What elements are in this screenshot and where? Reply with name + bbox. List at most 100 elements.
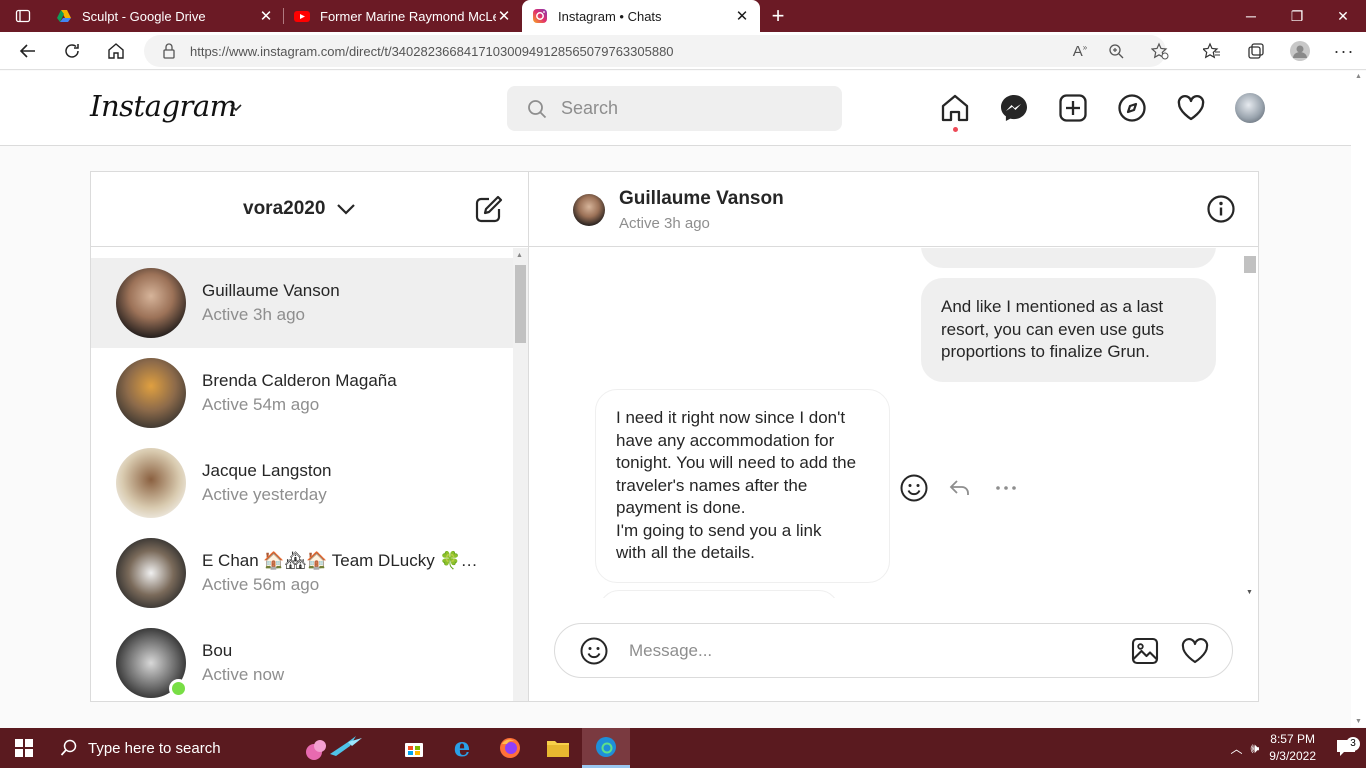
taskbar-firefox-icon[interactable] [486,728,534,768]
conversation-item[interactable]: E Chan 🏠🏘🏠 Team DLucky 🍀… Active 56m ago [91,528,513,618]
taskbar-store-icon[interactable] [390,728,438,768]
conversation-status: Active yesterday [202,485,327,504]
new-tab-button[interactable]: + [760,0,796,32]
conversation-info-button[interactable] [1206,194,1236,229]
start-button[interactable] [0,728,48,768]
taskbar-edge-icon[interactable] [582,728,630,768]
inbox-scrollbar[interactable]: ▲ [513,248,528,701]
message-input[interactable] [629,640,1109,661]
thread-scrollbar[interactable]: ▼ [1243,248,1258,598]
avatar [116,628,188,698]
system-tray: ︿ 🕪 8:57 PM 9/3/2022 3 [1230,728,1366,768]
nav-new-post[interactable] [1058,93,1088,123]
message-bubble-partial[interactable] [921,248,1216,268]
conversation-item[interactable]: Guillaume Vanson Active 3h ago [91,258,513,348]
browser-tab-drive[interactable]: Sculpt - Google Drive ✕ [46,0,284,32]
search-input[interactable] [561,98,811,119]
scrollbar-thumb[interactable] [1244,256,1256,273]
scroll-down-arrow-icon[interactable]: ▼ [1246,589,1253,596]
close-window-button[interactable]: ✕ [1320,0,1366,32]
zoom-icon[interactable] [1094,43,1138,59]
message-line: proportions to finalize Grun. [941,342,1150,361]
more-options-icon[interactable] [991,473,1021,503]
collections-icon[interactable] [1234,42,1278,60]
instagram-logo[interactable]: Instagram [90,89,237,123]
close-icon[interactable]: ✕ [496,7,512,25]
react-emoji-icon[interactable] [899,473,929,503]
scroll-up-arrow-icon[interactable]: ▲ [516,252,523,259]
tab-title: Instagram • Chats [558,8,662,24]
chat-column: Guillaume Vanson Active 3h ago And like … [529,172,1258,701]
nav-activity[interactable] [1176,93,1206,123]
reply-icon[interactable] [947,475,973,501]
account-switcher[interactable]: vora2020 [243,198,357,220]
inbox-column: vora2020 Guillaume Vanson Active 3h ago … [91,172,529,701]
minimize-button[interactable]: ─ [1228,0,1274,32]
favorites-icon[interactable] [1190,42,1234,60]
account-name: vora2020 [243,198,326,219]
chevron-down-icon [337,204,356,215]
new-message-button[interactable] [474,194,504,229]
nav-messenger[interactable] [999,93,1029,123]
avatar [1235,93,1265,123]
tab-actions-icon[interactable] [0,0,46,32]
profile-icon[interactable] [1278,40,1322,62]
heart-icon[interactable] [1180,636,1210,666]
add-favorite-icon[interactable] [1138,42,1182,60]
nav-explore[interactable] [1117,93,1147,123]
notification-center-button[interactable]: 3 [1326,737,1366,757]
chevron-up-icon[interactable]: ︿ [1230,740,1242,757]
new-post-icon [1059,94,1087,122]
taskbar-file-explorer-icon[interactable] [534,728,582,768]
conversation-name: Bou [202,641,233,660]
conversation-item[interactable]: Brenda Calderon Magaña Active 54m ago [91,348,513,438]
back-arrow-icon [19,43,35,58]
message-bubble-partial[interactable] [599,590,839,598]
page-scrollbar[interactable]: ▲ ▼ [1351,71,1366,727]
clock[interactable]: 8:57 PM 9/3/2022 [1269,731,1316,765]
message-bubble-sent[interactable]: And like I mentioned as a last resort, y… [921,278,1216,382]
message-line: traveler's names after the [616,475,808,495]
maximize-button[interactable]: ❐ [1274,0,1320,32]
nav-profile[interactable] [1235,93,1265,123]
emoji-icon[interactable] [579,636,609,666]
taskbar-internet-explorer-icon[interactable]: e [438,728,486,768]
address-bar-row: https://www.instagram.com/direct/t/34028… [0,32,1366,70]
taskbar-search-placeholder: Type here to search [88,739,221,757]
refresh-button[interactable] [50,32,94,70]
scroll-down-arrow-icon[interactable]: ▼ [1355,718,1362,725]
browser-tab-instagram[interactable]: Instagram • Chats ✕ [522,0,760,32]
search-box[interactable] [507,86,842,131]
scrollbar-thumb[interactable] [515,265,526,343]
more-options-icon[interactable]: ··· [1322,41,1366,62]
conversation-item[interactable]: Jacque Langston Active yesterday [91,438,513,528]
image-upload-icon[interactable] [1130,636,1160,666]
close-icon[interactable]: ✕ [734,7,750,25]
url-field[interactable]: https://www.instagram.com/direct/t/34028… [144,35,1166,67]
home-icon [941,94,969,122]
chevron-down-icon[interactable] [228,99,244,115]
heart-icon [1177,95,1205,121]
avatar [116,538,186,608]
conversation-item[interactable]: Bou Active now [91,618,513,701]
instagram-nav [940,93,1265,132]
message-line: with all the details. [616,543,755,562]
message-bubble-received[interactable]: I need it right now since I don't have a… [595,389,890,583]
online-indicator [169,679,188,698]
browser-tab-youtube[interactable]: Former Marine Raymond McLeod ✕ [284,0,522,32]
avatar[interactable] [573,194,605,226]
close-icon[interactable]: ✕ [258,7,274,25]
taskbar-search[interactable]: Type here to search [48,728,390,768]
chat-contact-name[interactable]: Guillaume Vanson [619,188,784,210]
scroll-up-arrow-icon[interactable]: ▲ [1355,73,1362,80]
nav-home[interactable] [940,93,970,132]
conversation-name: E Chan 🏠🏘🏠 Team DLucky 🍀… [202,551,478,570]
notification-count: 3 [1346,737,1360,751]
inbox-header: vora2020 [91,172,528,247]
home-button[interactable] [94,32,138,70]
volume-icon[interactable]: 🕪 [1250,740,1259,757]
compose-icon [475,195,503,223]
lock-icon [163,43,175,59]
back-button[interactable] [6,32,50,70]
instagram-icon [533,9,547,23]
